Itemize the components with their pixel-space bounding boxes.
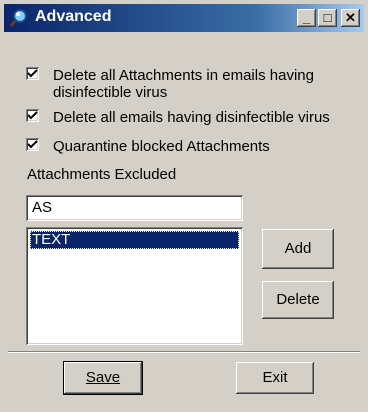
- checkmark-icon: [27, 111, 38, 120]
- minimize-button[interactable]: _: [297, 9, 316, 27]
- advanced-dialog: Advanced _ □ ✕ Delete all Attachments in…: [0, 0, 368, 412]
- add-button[interactable]: Add: [262, 229, 334, 269]
- exit-button[interactable]: Exit: [236, 362, 314, 394]
- list-item[interactable]: TEXT: [30, 231, 239, 249]
- attachments-excluded-label: Attachments Excluded: [27, 166, 177, 183]
- delete-button[interactable]: Delete: [262, 281, 334, 319]
- save-button[interactable]: Save: [64, 362, 142, 394]
- close-button[interactable]: ✕: [341, 9, 360, 27]
- window-title: Advanced: [35, 8, 112, 25]
- option-quarantine[interactable]: Quarantine blocked Attachments: [26, 138, 326, 155]
- maximize-button[interactable]: □: [318, 9, 337, 27]
- checkbox-delete-attachments[interactable]: [26, 67, 39, 80]
- excluded-attachments-list[interactable]: TEXT: [26, 227, 243, 345]
- save-label: Save: [85, 369, 121, 386]
- attachment-extension-input[interactable]: AS: [26, 195, 243, 221]
- option-delete-attachments[interactable]: Delete all Attachments in emails having …: [26, 67, 346, 101]
- option-label: Quarantine blocked Attachments: [53, 138, 270, 155]
- magnifier-icon: [9, 9, 27, 27]
- option-label: Delete all Attachments in emails having …: [53, 67, 314, 101]
- option-label: Delete all emails having disinfectible v…: [53, 109, 330, 126]
- separator: [8, 351, 360, 353]
- option-delete-emails[interactable]: Delete all emails having disinfectible v…: [26, 109, 356, 126]
- checkbox-quarantine[interactable]: [26, 138, 39, 151]
- checkbox-delete-emails[interactable]: [26, 109, 39, 122]
- checkmark-icon: [27, 140, 38, 149]
- title-bar: Advanced _ □ ✕: [4, 4, 364, 32]
- checkmark-icon: [27, 69, 38, 78]
